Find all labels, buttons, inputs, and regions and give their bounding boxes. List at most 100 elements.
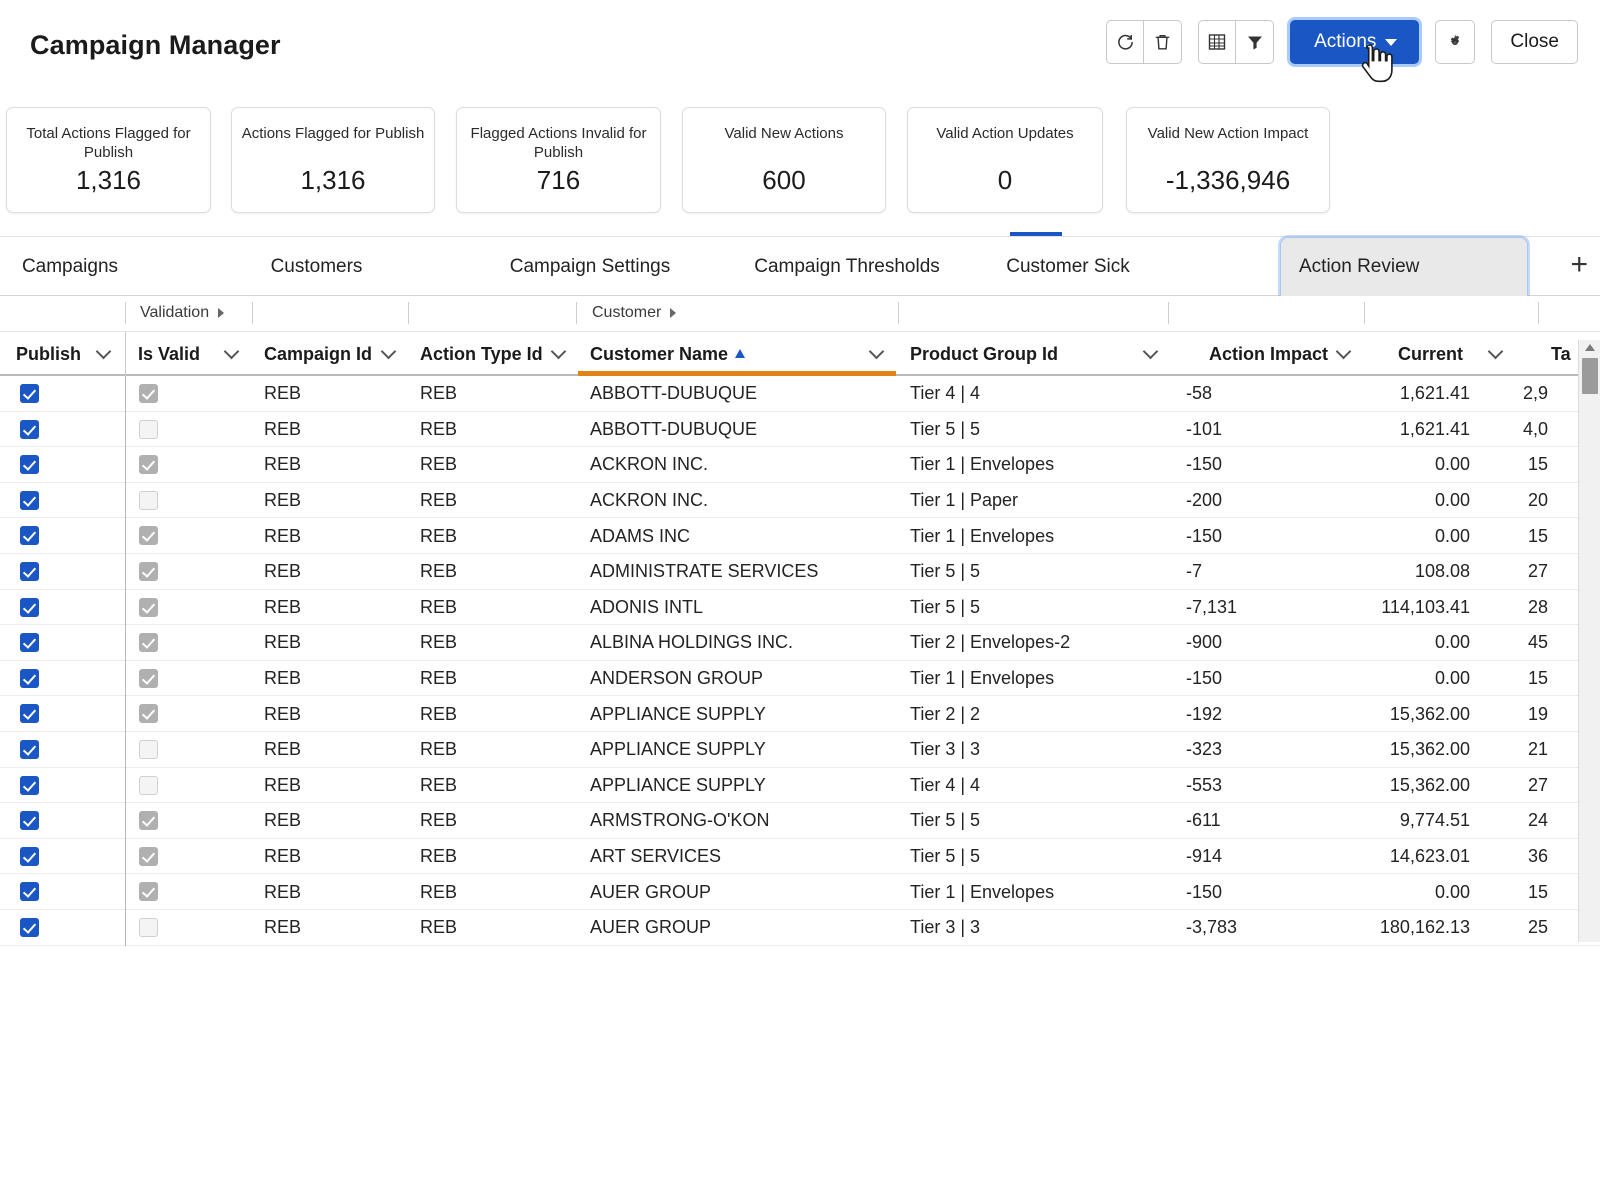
publish-checkbox[interactable]: [20, 633, 39, 653]
table-row[interactable]: REB REB ADAMS INC Tier 1 | Envelopes -150 0.0…: [0, 518, 1600, 554]
header-toolbar: Actions Close: [1106, 20, 1578, 64]
kpi-card[interactable]: Actions Flagged for Publish 1,316: [231, 107, 435, 213]
column-menu-is-valid[interactable]: [226, 346, 239, 359]
column-header-target[interactable]: Ta: [1551, 332, 1571, 376]
publish-checkbox[interactable]: [20, 846, 39, 866]
cell-target: 36: [1527, 846, 1548, 867]
cell-campaign-id: REB: [264, 596, 302, 617]
table-row[interactable]: REB REB APPLIANCE SUPPLY Tier 2 | 2 -192 15,3…: [0, 696, 1600, 732]
delete-button[interactable]: [1144, 20, 1183, 64]
cell-action-type-id: REB: [420, 632, 458, 653]
kpi-card[interactable]: Valid Action Updates 0: [907, 107, 1103, 213]
publish-checkbox[interactable]: [20, 526, 39, 546]
cell-action-impact: -101: [1186, 418, 1223, 439]
column-group-validation[interactable]: Validation: [140, 304, 225, 322]
cell-target: 19: [1527, 703, 1548, 724]
table-row[interactable]: REB REB AUER GROUP Tier 1 | Envelopes -150 0.…: [0, 874, 1600, 910]
cell-action-impact: -150: [1186, 881, 1223, 902]
column-header-action-type-id[interactable]: Action Type Id: [420, 332, 543, 376]
cell-campaign-id: REB: [264, 490, 302, 511]
column-menu-publish[interactable]: [98, 346, 111, 359]
table-row[interactable]: REB REB ANDERSON GROUP Tier 1 | Envelopes -1…: [0, 660, 1600, 697]
table-row[interactable]: REB REB ARMSTRONG-O'KON Tier 5 | 5 -611 9,774…: [0, 803, 1600, 839]
kpi-card[interactable]: Total Actions Flagged for Publish 1,316: [6, 107, 211, 213]
column-menu-current[interactable]: [1490, 346, 1503, 359]
table-row[interactable]: REB REB ADONIS INTL Tier 5 | 5 -7,131 114,103…: [0, 589, 1600, 626]
cell-action-type-id: REB: [420, 490, 458, 511]
settings-button[interactable]: [1435, 20, 1476, 64]
cell-product-group-id: Tier 1 | Paper: [910, 490, 1019, 511]
grid-view-button[interactable]: [1198, 20, 1237, 64]
column-menu-campaign-id[interactable]: [383, 346, 396, 359]
scrollbar-thumb[interactable]: [1582, 358, 1598, 394]
table-row[interactable]: REB REB ABBOTT-DUBUQUE Tier 4 | 4 -58 1,621.4…: [0, 376, 1600, 412]
column-menu-customer-name[interactable]: [871, 346, 884, 359]
is-valid-checkbox: [139, 811, 158, 831]
refresh-button[interactable]: [1106, 20, 1145, 64]
add-tab-button[interactable]: +: [1570, 247, 1588, 283]
table-row[interactable]: REB REB AUER GROUP Tier 3 | 3 -3,783 180,162.…: [0, 909, 1600, 946]
column-header-action-impact[interactable]: Action Impact: [1209, 332, 1328, 376]
publish-checkbox[interactable]: [20, 490, 39, 510]
table-row[interactable]: REB REB APPLIANCE SUPPLY Tier 3 | 3 -323 15,3…: [0, 731, 1600, 768]
publish-checkbox[interactable]: [20, 419, 39, 439]
column-header-is-valid[interactable]: Is Valid: [138, 332, 200, 376]
close-button[interactable]: Close: [1491, 20, 1578, 64]
tab-campaign-settings[interactable]: Campaign Settings: [466, 237, 714, 296]
table-row[interactable]: REB REB ABBOTT-DUBUQUE Tier 5 | 5 -101 1,621.…: [0, 411, 1600, 448]
publish-checkbox[interactable]: [20, 775, 39, 795]
tab-campaigns[interactable]: Campaigns: [0, 237, 140, 296]
table-row[interactable]: REB REB ALBINA HOLDINGS INC. Tier 2 | Envel…: [0, 625, 1600, 661]
vertical-scrollbar[interactable]: [1578, 340, 1600, 942]
cell-action-impact: -323: [1186, 739, 1223, 760]
column-menu-product-group-id[interactable]: [1145, 346, 1158, 359]
publish-checkbox[interactable]: [20, 917, 39, 937]
tab-bar: Campaigns Customers Campaign Settings Ca…: [0, 236, 1600, 296]
tab-customer-sick[interactable]: Customer Sick: [972, 237, 1164, 296]
column-group-customer[interactable]: Customer: [592, 304, 677, 322]
scroll-up-arrow-icon[interactable]: [1585, 344, 1595, 351]
publish-checkbox[interactable]: [20, 668, 39, 688]
publish-checkbox[interactable]: [20, 561, 39, 581]
publish-checkbox[interactable]: [20, 384, 39, 403]
cell-product-group-id: Tier 5 | 5: [910, 561, 981, 582]
tab-action-review[interactable]: Action Review: [1280, 237, 1528, 296]
publish-checkbox[interactable]: [20, 811, 39, 831]
kpi-value: 0: [997, 165, 1013, 195]
actions-button[interactable]: Actions: [1290, 20, 1420, 64]
row-separator: [125, 731, 126, 768]
cell-campaign-id: REB: [264, 846, 302, 867]
column-menu-action-impact[interactable]: [1338, 346, 1351, 359]
publish-checkbox[interactable]: [20, 882, 39, 902]
row-separator: [125, 376, 126, 412]
table-row[interactable]: REB REB ADMINISTRATE SERVICES Tier 5 | 5 -7 1…: [0, 553, 1600, 590]
kpi-card[interactable]: Valid New Action Impact -1,336,946: [1126, 107, 1330, 213]
tab-label: Campaign Settings: [509, 255, 671, 277]
column-header-campaign-id[interactable]: Campaign Id: [264, 332, 372, 376]
row-separator: [125, 767, 126, 804]
kpi-card[interactable]: Valid New Actions 600: [682, 107, 886, 213]
cell-customer-name: ACKRON INC.: [590, 490, 709, 511]
publish-checkbox[interactable]: [20, 704, 39, 724]
column-header-current[interactable]: Current: [1398, 332, 1463, 376]
publish-checkbox[interactable]: [20, 739, 39, 759]
cell-product-group-id: Tier 3 | 3: [910, 739, 981, 760]
table-row[interactable]: REB REB ACKRON INC. Tier 1 | Paper -200 0.00 2…: [0, 482, 1600, 519]
column-menu-action-type-id[interactable]: [553, 346, 566, 359]
filter-button[interactable]: [1236, 20, 1275, 64]
tab-campaign-thresholds[interactable]: Campaign Thresholds: [718, 237, 976, 296]
row-separator: [125, 660, 126, 697]
cell-current: 1,621.41: [1399, 418, 1470, 439]
cell-action-impact: -611: [1186, 810, 1221, 831]
column-header-product-group-id[interactable]: Product Group Id: [910, 332, 1058, 376]
table-row[interactable]: REB REB APPLIANCE SUPPLY Tier 4 | 4 -553 15,3…: [0, 767, 1600, 804]
publish-checkbox[interactable]: [20, 455, 39, 475]
column-header-customer-name[interactable]: Customer Name: [590, 332, 746, 376]
publish-checkbox[interactable]: [20, 597, 39, 617]
record-actions-group: [1106, 20, 1183, 64]
table-row[interactable]: REB REB ACKRON INC. Tier 1 | Envelopes -150 0…: [0, 447, 1600, 483]
column-header-publish[interactable]: Publish: [16, 332, 81, 376]
kpi-card[interactable]: Flagged Actions Invalid for Publish 716: [456, 107, 661, 213]
table-row[interactable]: REB REB ART SERVICES Tier 5 | 5 -914 14,623.0…: [0, 838, 1600, 875]
tab-customers[interactable]: Customers: [214, 237, 419, 296]
